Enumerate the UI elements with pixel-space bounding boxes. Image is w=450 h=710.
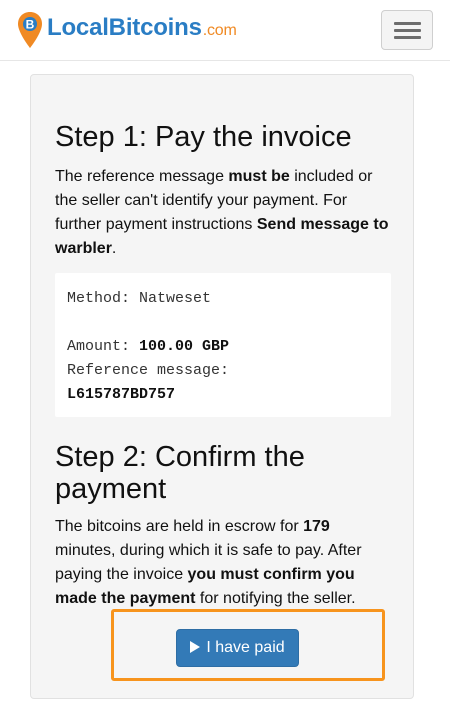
amount-value: 100.00 GBP (139, 338, 230, 355)
hamburger-icon (394, 36, 421, 39)
top-navbar: B LocalBitcoins.com (0, 0, 450, 61)
reference-value: L615787BD757 (67, 386, 176, 403)
hamburger-icon (394, 29, 421, 32)
menu-toggle-button[interactable] (381, 10, 433, 50)
payment-instructions-panel: Step 1: Pay the invoice The reference me… (30, 74, 414, 699)
brand-domain: .com (202, 22, 237, 39)
step2-description: The bitcoins are held in escrow for 179 … (55, 518, 362, 607)
step1-title: Step 1: Pay the invoice (55, 121, 352, 153)
step2-title: Step 2: Confirm the payment (55, 441, 305, 505)
svg-text:B: B (26, 17, 35, 31)
logo[interactable]: B LocalBitcoins.com (17, 10, 237, 49)
bitcoin-pin-icon: B (18, 11, 42, 48)
escrow-minutes: 179 (303, 518, 330, 535)
method-row: Method: Natweset (67, 290, 212, 307)
method-value: Natweset (139, 290, 212, 307)
play-icon (190, 641, 201, 653)
i-have-paid-label: I have paid (206, 639, 285, 656)
amount-row: Amount: 100.00 GBP (67, 338, 230, 355)
payment-details-box: Method: Natweset Amount: 100.00 GBP Refe… (55, 273, 391, 417)
reference-label: Reference message: (67, 362, 230, 379)
hamburger-icon (394, 22, 421, 25)
paid-button-highlight: I have paid (111, 609, 385, 681)
brand-name: LocalBitcoins (47, 14, 202, 41)
step1-description: The reference message must be included o… (55, 168, 389, 257)
i-have-paid-button[interactable]: I have paid (176, 629, 299, 667)
